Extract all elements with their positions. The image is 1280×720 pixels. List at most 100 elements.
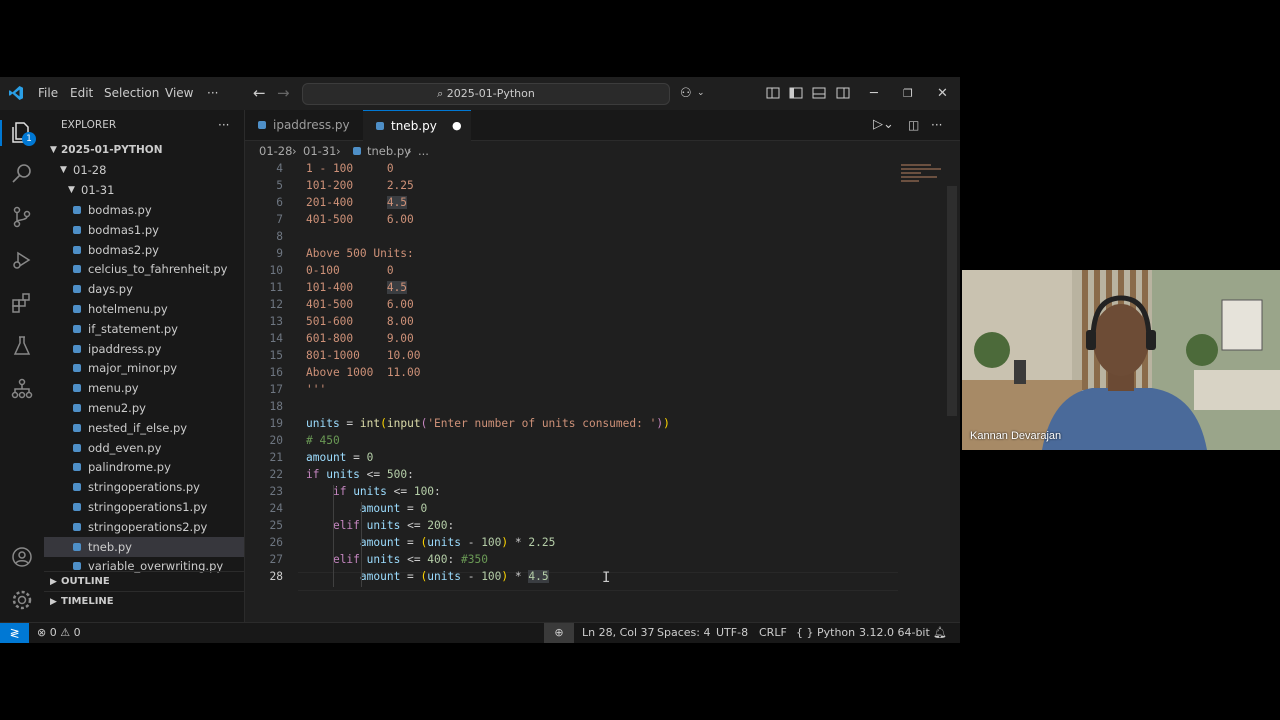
- folder-label: 01-31: [81, 183, 115, 197]
- root-folder[interactable]: ▼ 2025-01-PYTHON: [44, 140, 244, 160]
- unsaved-dot-icon[interactable]: ●: [452, 111, 462, 141]
- file-item[interactable]: nested_if_else.py: [44, 418, 244, 438]
- file-item[interactable]: menu.py: [44, 378, 244, 398]
- timeline-section[interactable]: ▶ TIMELINE: [44, 591, 244, 612]
- line-number-gutter: 4 5 6 7 8 9 10 11 12 13 14 15 16 17 18 19 20 21 22 23 24 25 26…: [245, 162, 285, 602]
- file-item[interactable]: stringoperations1.py: [44, 497, 244, 517]
- menu-selection[interactable]: Selection: [104, 77, 159, 110]
- python-interpreter[interactable]: 3.12.0 64-bit: [859, 623, 930, 643]
- encoding[interactable]: UTF-8: [716, 623, 748, 643]
- line-number: 14: [269, 332, 283, 345]
- file-label: bodmas2.py: [88, 242, 159, 257]
- settings-gear-icon[interactable]: [10, 588, 34, 612]
- close-icon[interactable]: ✕: [937, 77, 948, 110]
- breadcrumb-item[interactable]: 01-28: [259, 140, 292, 162]
- folder-01-28[interactable]: ▼ 01-28: [44, 160, 244, 180]
- error-icon: ⊗: [37, 626, 47, 639]
- warning-count: 0: [73, 626, 81, 639]
- breadcrumb-item[interactable]: 01-31: [303, 140, 336, 162]
- file-item[interactable]: stringoperations.py: [44, 477, 244, 497]
- vscode-window: File Edit Selection View ··· ← → ⌕ 2025-…: [0, 77, 960, 643]
- forward-arrow-icon[interactable]: →: [277, 77, 290, 110]
- remote-indicator-icon[interactable]: ≷: [0, 623, 29, 643]
- file-label: bodmas1.py: [88, 222, 159, 237]
- python-file-icon: [73, 542, 81, 551]
- command-center-search[interactable]: ⌕ 2025-01-Python: [302, 83, 670, 105]
- line-number: 15: [269, 349, 283, 362]
- menu-file[interactable]: File: [38, 77, 58, 110]
- zoom-icon[interactable]: ⊕: [544, 623, 574, 643]
- explorer-badge: 1: [22, 132, 36, 146]
- code-editor[interactable]: 4 5 6 7 8 9 10 11 12 13 14 15 16 17 18 19 20 21 22 23 24 25 26…: [245, 162, 960, 602]
- breadcrumb-item[interactable]: tneb.py: [367, 140, 411, 162]
- file-item[interactable]: bodmas1.py: [44, 220, 244, 240]
- menu-edit[interactable]: Edit: [70, 77, 93, 110]
- file-item[interactable]: stringoperations2.py: [44, 517, 244, 537]
- explorer-more-icon[interactable]: ···: [218, 115, 238, 135]
- back-arrow-icon[interactable]: ←: [253, 77, 266, 110]
- file-item[interactable]: tneb.py: [44, 536, 244, 557]
- breadcrumb-item[interactable]: ...: [418, 140, 429, 162]
- extensions-icon[interactable]: [10, 291, 34, 315]
- file-item[interactable]: if_statement.py: [44, 319, 244, 339]
- breadcrumb-sep: ›: [407, 144, 412, 158]
- problems-indicator[interactable]: ⊗ 0 ⚠ 0: [37, 623, 81, 643]
- code-line: Above 1000 11.00: [306, 366, 421, 379]
- indentation[interactable]: Spaces: 4: [657, 623, 710, 643]
- file-item[interactable]: bodmas2.py: [44, 240, 244, 260]
- remote-explorer-icon[interactable]: [10, 377, 34, 401]
- python-file-icon: [73, 285, 81, 294]
- line-number: 23: [269, 485, 283, 498]
- code-line: amount = (units - 100) * 2.25: [359, 536, 556, 549]
- minimize-icon[interactable]: ─: [870, 77, 878, 110]
- file-item[interactable]: hotelmenu.py: [44, 299, 244, 319]
- testing-icon[interactable]: [10, 334, 34, 358]
- language-mode[interactable]: { } Python: [796, 623, 855, 643]
- run-debug-icon[interactable]: [10, 248, 34, 272]
- python-file-icon: [258, 121, 266, 129]
- chevron-down-icon: ▼: [60, 165, 67, 175]
- tab-tneb[interactable]: tneb.py ●: [363, 110, 471, 141]
- file-item[interactable]: days.py: [44, 279, 244, 299]
- outline-label: OUTLINE: [61, 576, 110, 587]
- python-file-icon: [73, 443, 81, 452]
- file-item[interactable]: major_minor.py: [44, 358, 244, 378]
- editor-more-icon[interactable]: ···: [931, 110, 942, 140]
- editor-tabs: ipaddress.py tneb.py ● ▷⌄ ◫ ···: [245, 110, 960, 141]
- end-of-line[interactable]: CRLF: [759, 623, 787, 643]
- python-file-icon: [73, 483, 81, 492]
- split-editor-icon[interactable]: ◫: [908, 110, 919, 140]
- notifications-bell-icon[interactable]: 🔔︎: [933, 623, 947, 643]
- minimap[interactable]: [901, 162, 947, 190]
- menu-more[interactable]: ···: [207, 77, 218, 110]
- menu-view[interactable]: View: [165, 77, 193, 110]
- toggle-sidebar-icon[interactable]: [788, 85, 804, 101]
- restore-icon[interactable]: ❐: [903, 77, 913, 110]
- file-item[interactable]: palindrome.py: [44, 457, 244, 477]
- file-item[interactable]: ipaddress.py: [44, 339, 244, 359]
- toggle-secondary-sidebar-icon[interactable]: [835, 85, 851, 101]
- source-control-icon[interactable]: [10, 205, 34, 229]
- line-number: 11: [269, 281, 283, 294]
- file-item[interactable]: celcius_to_fahrenheit.py: [44, 259, 244, 279]
- search-icon[interactable]: [10, 162, 34, 186]
- copilot-chevron-icon[interactable]: ⌄: [697, 77, 705, 110]
- python-file-icon: [376, 122, 384, 130]
- code-line: ''': [306, 383, 327, 396]
- code-line: amount = (units - 100) * 4.5: [359, 570, 549, 583]
- file-item[interactable]: odd_even.py: [44, 438, 244, 458]
- copilot-icon[interactable]: ⚇: [680, 77, 692, 110]
- file-item[interactable]: menu2.py: [44, 398, 244, 418]
- accounts-icon[interactable]: [10, 545, 34, 569]
- folder-01-31[interactable]: ▼ 01-31: [44, 180, 244, 200]
- file-item[interactable]: bodmas.py: [44, 200, 244, 220]
- run-python-icon[interactable]: ▷⌄: [873, 110, 894, 140]
- customize-layout-icon[interactable]: [765, 85, 781, 101]
- vertical-scrollbar[interactable]: [947, 186, 957, 416]
- toggle-panel-icon[interactable]: [811, 85, 827, 101]
- outline-section[interactable]: ▶ OUTLINE: [44, 571, 244, 592]
- cursor-position[interactable]: Ln 28, Col 37: [582, 623, 655, 643]
- tab-ipaddress[interactable]: ipaddress.py: [245, 110, 362, 140]
- file-label: days.py: [88, 282, 133, 297]
- vscode-logo-icon: [9, 86, 23, 100]
